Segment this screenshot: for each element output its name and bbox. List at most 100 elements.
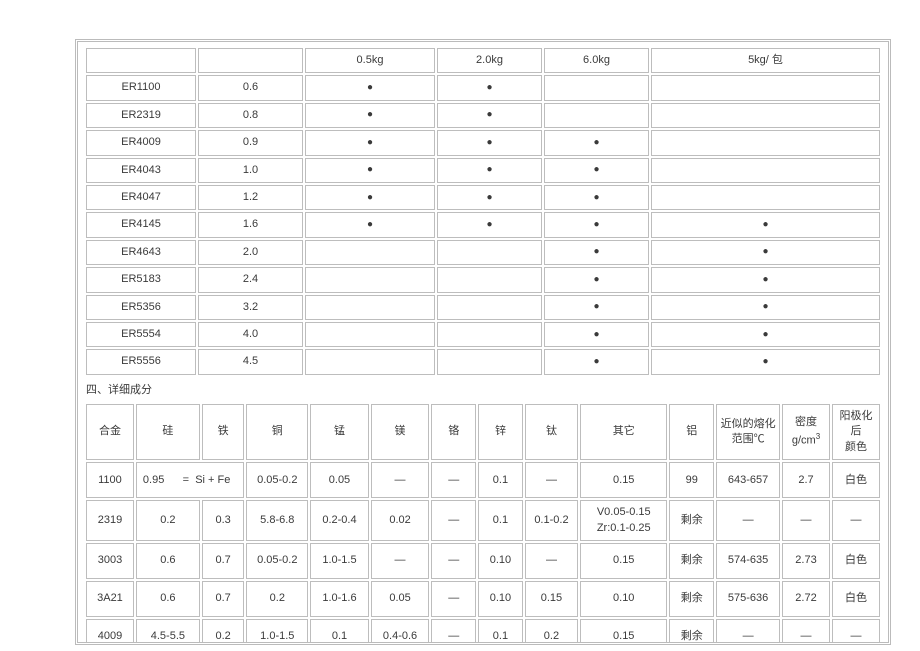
packaging-row: ER51832.4●●	[86, 267, 880, 292]
comp-header: 铝	[669, 404, 714, 460]
comp-cell: —	[431, 619, 476, 645]
comp-cell: —	[716, 619, 780, 645]
pkg-bullet	[437, 295, 542, 320]
comp-cell: 剩余	[669, 619, 714, 645]
composition-row: 23190.20.35.8-6.80.2-0.40.02—0.10.1-0.2V…	[86, 500, 880, 541]
comp-header: 镁	[371, 404, 430, 460]
comp-cell: 0.1-0.2	[525, 500, 578, 541]
pkg-bullet: ●	[544, 240, 649, 265]
pkg-bullet	[437, 240, 542, 265]
packaging-row: ER40090.9●●●	[86, 130, 880, 155]
comp-cell: 0.2	[136, 500, 200, 541]
pkg-bullet	[651, 130, 880, 155]
comp-cell: —	[832, 619, 880, 645]
comp-header: 铁	[202, 404, 245, 460]
pkg-bullet	[544, 75, 649, 100]
pkg-col-empty2	[198, 48, 303, 73]
comp-cell: —	[431, 462, 476, 498]
packaging-row: ER53563.2●●	[86, 295, 880, 320]
comp-header: 铬	[431, 404, 476, 460]
comp-cell: 99	[669, 462, 714, 498]
comp-header: 密度g/cm3	[782, 404, 830, 460]
comp-cell: —	[832, 500, 880, 541]
comp-cell: 0.05	[371, 581, 430, 617]
comp-header: 铜	[246, 404, 308, 460]
pkg-col-6kg: 6.0kg	[544, 48, 649, 73]
comp-cell: V0.05-0.15Zr:0.1-0.25	[580, 500, 667, 541]
comp-cell: 白色	[832, 581, 880, 617]
comp-cell: 0.7	[202, 543, 245, 579]
comp-cell: —	[525, 462, 578, 498]
comp-cell: 0.2-0.4	[310, 500, 369, 541]
pkg-bullet	[544, 103, 649, 128]
comp-cell: 2319	[86, 500, 134, 541]
pkg-bullet: ●	[544, 322, 649, 347]
pkg-bullet	[437, 267, 542, 292]
pkg-size: 0.9	[198, 130, 303, 155]
comp-cell: 0.1	[478, 462, 523, 498]
comp-cell: —	[431, 581, 476, 617]
comp-cell: 1.0-1.5	[246, 619, 308, 645]
comp-cell: 1100	[86, 462, 134, 498]
pkg-bullet	[437, 322, 542, 347]
pkg-bullet: ●	[544, 349, 649, 374]
packaging-row: ER40431.0●●●	[86, 158, 880, 183]
comp-cell: 0.10	[580, 581, 667, 617]
packaging-row: ER23190.8●●	[86, 103, 880, 128]
comp-cell: —	[716, 500, 780, 541]
comp-cell: 574-635	[716, 543, 780, 579]
comp-cell: 2.7	[782, 462, 830, 498]
pkg-bullet: ●	[544, 185, 649, 210]
comp-cell: 剩余	[669, 543, 714, 579]
comp-cell: 2.73	[782, 543, 830, 579]
composition-table: 合金硅铁铜锰镁铬锌钛其它铝近似的熔化范围℃密度g/cm3阳极化后颜色 11000…	[84, 402, 882, 645]
pkg-code: ER5554	[86, 322, 196, 347]
composition-row: 3A210.60.70.21.0-1.60.05—0.100.150.10剩余5…	[86, 581, 880, 617]
pkg-size: 4.5	[198, 349, 303, 374]
pkg-bullet	[437, 349, 542, 374]
pkg-bullet: ●	[305, 103, 435, 128]
pkg-col-05kg: 0.5kg	[305, 48, 435, 73]
comp-cell: 0.15	[525, 581, 578, 617]
pkg-bullet: ●	[544, 130, 649, 155]
pkg-bullet: ●	[437, 185, 542, 210]
comp-cell: 575-636	[716, 581, 780, 617]
pkg-code: ER5356	[86, 295, 196, 320]
pkg-bullet: ●	[651, 240, 880, 265]
pkg-col-2kg: 2.0kg	[437, 48, 542, 73]
packaging-table: 0.5kg 2.0kg 6.0kg 5kg/ 包 ER11000.6●●ER23…	[84, 46, 882, 377]
comp-cell: —	[371, 462, 430, 498]
pkg-bullet: ●	[305, 158, 435, 183]
pkg-bullet	[651, 75, 880, 100]
pkg-bullet: ●	[437, 130, 542, 155]
comp-cell: 0.4-0.6	[371, 619, 430, 645]
comp-cell: —	[431, 500, 476, 541]
pkg-bullet	[651, 185, 880, 210]
pkg-bullet: ●	[437, 212, 542, 237]
section-title: 四、详细成分	[84, 377, 882, 402]
comp-cell: 0.10	[478, 581, 523, 617]
comp-cell: 0.15	[580, 543, 667, 579]
comp-cell: 0.2	[202, 619, 245, 645]
comp-cell: —	[525, 543, 578, 579]
comp-cell: 643-657	[716, 462, 780, 498]
pkg-code: ER4009	[86, 130, 196, 155]
pkg-bullet: ●	[437, 103, 542, 128]
pkg-size: 3.2	[198, 295, 303, 320]
comp-cell: 3003	[86, 543, 134, 579]
comp-cell: 0.05-0.2	[246, 462, 308, 498]
comp-cell: 0.05	[310, 462, 369, 498]
pkg-code: ER4643	[86, 240, 196, 265]
comp-header: 钛	[525, 404, 578, 460]
pkg-bullet	[305, 295, 435, 320]
packaging-row: ER55544.0●●	[86, 322, 880, 347]
packaging-header-row: 0.5kg 2.0kg 6.0kg 5kg/ 包	[86, 48, 880, 73]
comp-cell: 1.0-1.6	[310, 581, 369, 617]
pkg-bullet: ●	[651, 295, 880, 320]
comp-cell: 0.6	[136, 543, 200, 579]
pkg-bullet: ●	[544, 267, 649, 292]
pkg-bullet: ●	[651, 212, 880, 237]
comp-header: 其它	[580, 404, 667, 460]
pkg-bullet	[305, 322, 435, 347]
comp-header: 阳极化后颜色	[832, 404, 880, 460]
